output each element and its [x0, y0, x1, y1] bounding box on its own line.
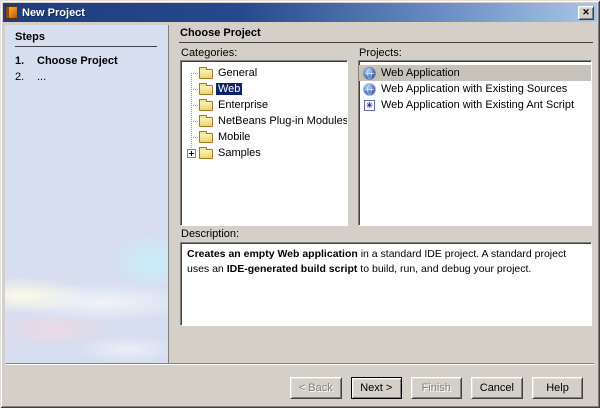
step-number: 2.	[15, 71, 25, 83]
tree-item[interactable]: Web	[181, 81, 347, 97]
description-text: IDE-generated build script	[226, 263, 358, 275]
tree-item-label: Samples	[218, 147, 261, 159]
titlebar[interactable]: New Project ✕	[3, 3, 597, 22]
tree-item[interactable]: General	[181, 65, 347, 81]
tree-item-label: Web	[216, 83, 243, 95]
folder-icon	[199, 130, 213, 143]
folder-icon	[199, 114, 213, 127]
tree-item-label: General	[218, 67, 258, 79]
project-item[interactable]: Web Application	[359, 65, 591, 81]
step-label: Choose Project	[37, 55, 118, 67]
project-item-label: Web Application with Existing Ant Script	[381, 99, 575, 111]
tree-item-label: Mobile	[218, 131, 251, 143]
window-title: New Project	[22, 6, 85, 19]
description-box: Creates an empty Web application in a st…	[180, 242, 592, 326]
content-panel: Choose Project Categories: General Web Ent…	[170, 25, 597, 363]
globe-icon	[364, 67, 375, 79]
step-number: 1.	[15, 55, 25, 67]
wizard-step: 2....	[13, 69, 164, 85]
tree-item[interactable]: NetBeans Plug-in Modules	[181, 113, 347, 129]
close-icon[interactable]: ✕	[578, 5, 594, 20]
folder-icon	[199, 146, 213, 159]
globe-icon	[364, 83, 375, 95]
expand-plus-icon[interactable]	[187, 149, 196, 158]
description-text: Creates an empty Web application	[187, 248, 358, 260]
wizard-step: 1. Choose Project	[13, 53, 164, 69]
description-label: Description:	[181, 228, 240, 240]
projects-list[interactable]: Web Application Web Application with Exis…	[358, 60, 592, 226]
button-row: < Back Next > Finish Cancel Help	[289, 377, 583, 399]
finish-button: Finish	[410, 377, 462, 399]
folder-icon	[199, 66, 213, 79]
help-button[interactable]: Help	[532, 377, 583, 399]
tree-item-label: NetBeans Plug-in Modules	[218, 115, 348, 127]
tree-item-label: Enterprise	[218, 99, 269, 111]
tree-item[interactable]: Mobile	[181, 129, 347, 145]
tree-item[interactable]: Samples	[181, 145, 347, 161]
step-label: ...	[37, 71, 47, 83]
back-button: < Back	[289, 377, 342, 399]
project-item-label: Web Application with Existing Sources	[381, 83, 568, 95]
projects-label: Projects:	[359, 47, 402, 59]
cancel-button[interactable]: Cancel	[470, 377, 523, 399]
project-item-label: Web Application	[381, 67, 460, 79]
steps-list: 1. Choose Project 2....	[13, 53, 164, 85]
tree-item[interactable]: Enterprise	[181, 97, 347, 113]
steps-panel: Steps 1. Choose Project 2....	[5, 25, 169, 363]
header-divider	[179, 42, 593, 43]
netbeans-project-icon	[5, 6, 18, 19]
new-project-dialog: New Project ✕ Steps 1. Choose Project 2...…	[0, 0, 600, 408]
project-item[interactable]: ✳ Web Application with Existing Ant Scrip…	[359, 97, 591, 113]
steps-header: Steps	[15, 31, 45, 43]
next-button[interactable]: Next >	[350, 377, 402, 399]
steps-divider	[15, 46, 157, 47]
project-item[interactable]: Web Application with Existing Sources	[359, 81, 591, 97]
page-title: Choose Project	[180, 27, 261, 39]
separator	[6, 363, 594, 365]
description-text: to build, run, and debug your project.	[357, 263, 532, 275]
categories-tree[interactable]: General Web Enterprise NetBeans Plug-in Mod…	[180, 60, 348, 226]
folder-icon	[199, 82, 213, 95]
watermark-graphic	[5, 228, 168, 363]
ant-script-icon: ✳	[364, 99, 375, 111]
categories-label: Categories:	[181, 47, 238, 59]
folder-icon	[199, 98, 213, 111]
